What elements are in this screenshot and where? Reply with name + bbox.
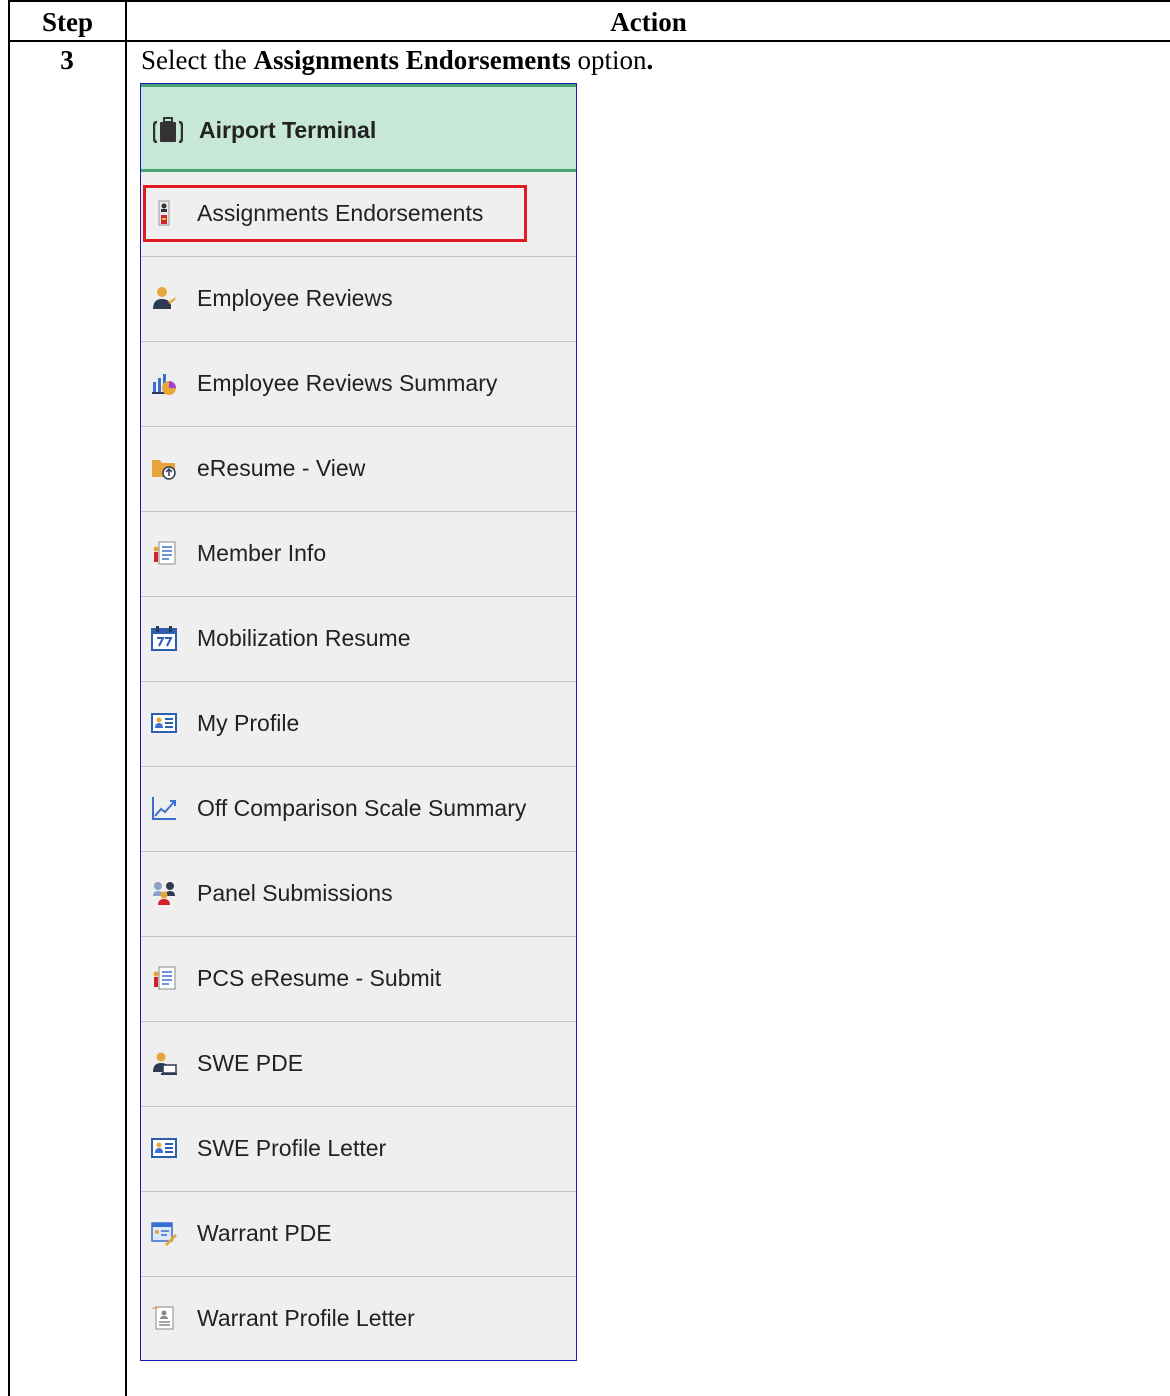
document-icon — [152, 1306, 174, 1330]
instruction-prefix: Select the — [141, 45, 254, 75]
menu-item-pcs-eresume-submit[interactable]: PCS eResume - Submit — [141, 937, 576, 1022]
calendar-icon — [151, 626, 177, 651]
line-chart-icon — [152, 797, 176, 820]
instruction-suffix: option — [570, 45, 647, 75]
table-header-divider — [8, 40, 1170, 42]
menu-item-employee-reviews[interactable]: Employee Reviews — [141, 257, 576, 342]
header-step: Step — [41, 7, 93, 37]
table-top-border — [8, 0, 1170, 2]
menu-item-label: eResume - View — [197, 455, 366, 481]
menu-item-my-profile[interactable]: My Profile — [141, 682, 576, 767]
step-number: 3 — [60, 45, 74, 75]
menu-item-label: SWE Profile Letter — [197, 1135, 387, 1161]
menu-item-label: My Profile — [197, 710, 300, 736]
selection-highlight — [143, 185, 527, 242]
menu-item-employee-reviews-summary[interactable]: Employee Reviews Summary — [141, 342, 576, 427]
menu-item-swe-pde[interactable]: SWE PDE — [141, 1022, 576, 1107]
table-column-divider — [125, 0, 127, 1396]
edit-form-icon — [151, 1222, 177, 1246]
menu-item-label: Warrant Profile Letter — [197, 1305, 415, 1331]
menu-item-mobilization-resume[interactable]: Mobilization Resume — [141, 597, 576, 682]
panel-header[interactable]: Airport Terminal — [141, 84, 576, 172]
airport-terminal-panel: Airport Terminal Assignments Endorsement… — [140, 83, 577, 1361]
briefcase-icon — [153, 117, 183, 143]
menu-item-warrant-profile-letter[interactable]: Warrant Profile Letter — [141, 1277, 576, 1360]
instruction-text: Select the Assignments Endorsements opti… — [141, 44, 653, 76]
menu-item-panel-submissions[interactable]: Panel Submissions — [141, 852, 576, 937]
menu-item-label: SWE PDE — [197, 1050, 304, 1076]
menu-item-label: Off Comparison Scale Summary — [197, 795, 527, 821]
instruction-bold: Assignments Endorsements — [253, 45, 571, 75]
menu-item-member-info[interactable]: Member Info — [141, 512, 576, 597]
user-computer-icon — [153, 1052, 177, 1075]
menu-item-swe-profile-letter[interactable]: SWE Profile Letter — [141, 1107, 576, 1192]
profile-card-icon — [151, 713, 177, 733]
header-action: Action — [610, 7, 687, 37]
employee-review-icon — [153, 287, 176, 309]
bar-chart-icon — [152, 374, 176, 395]
menu-item-warrant-pde[interactable]: Warrant PDE — [141, 1192, 576, 1277]
menu-item-label: Mobilization Resume — [197, 625, 411, 651]
instruction-table: Step Action 3 Select the Assignments End… — [0, 0, 1170, 1396]
member-info-icon — [153, 966, 176, 990]
menu-item-label: PCS eResume - Submit — [197, 965, 442, 991]
menu-item-label: Member Info — [197, 540, 327, 566]
member-info-icon — [153, 541, 176, 565]
folder-icon — [152, 460, 176, 480]
menu-item-label: Employee Reviews Summary — [197, 370, 498, 396]
instruction-period: . — [646, 45, 654, 75]
table-left-border — [8, 0, 10, 1396]
people-icon — [153, 882, 175, 905]
menu-item-label: Warrant PDE — [197, 1220, 332, 1246]
menu-item-label: Employee Reviews — [197, 285, 393, 311]
profile-card-icon — [151, 1138, 177, 1158]
menu-item-eresume-view[interactable]: eResume - View — [141, 427, 576, 512]
panel-title: Airport Terminal — [199, 117, 377, 143]
menu-item-off-comparison-scale-summary[interactable]: Off Comparison Scale Summary — [141, 767, 576, 852]
menu-item-label: Panel Submissions — [197, 880, 393, 906]
